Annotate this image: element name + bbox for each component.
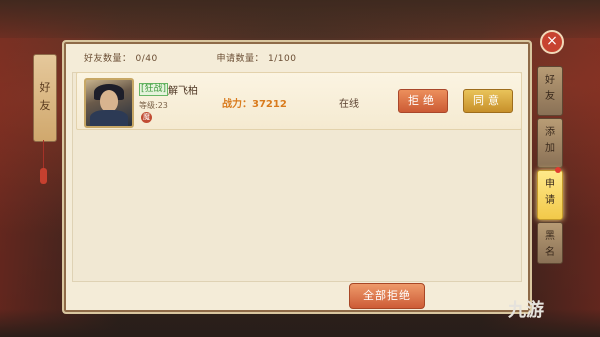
request-row: [狂战] 解飞柏 等级:23 魔 战力：37212 在线 拒绝 同意 <box>76 72 522 130</box>
tab-blacklist[interactable]: 黑 名 <box>537 222 563 264</box>
friend-count-value: 0/40 <box>135 54 158 64</box>
request-count-value: 1/100 <box>268 54 297 64</box>
combat-power-label: 战力： <box>222 99 252 110</box>
tassel-string <box>43 140 44 170</box>
tab-friends-label: 好 友 <box>545 75 555 102</box>
accept-button[interactable]: 同意 <box>463 89 513 113</box>
avatar[interactable] <box>84 78 134 128</box>
tab-add[interactable]: 添 加 <box>537 118 563 168</box>
combat-power-value: 37212 <box>252 99 287 110</box>
faction-seal-icon: 魔 <box>141 112 152 123</box>
reject-button[interactable]: 拒绝 <box>398 89 448 113</box>
friend-count-label: 好友数量： <box>84 54 132 64</box>
player-level: 等级:23 <box>139 101 168 110</box>
close-icon[interactable]: × <box>540 30 564 54</box>
watermark-logo: 九游 <box>508 300 544 321</box>
tab-requests-label: 申 请 <box>545 179 555 206</box>
notification-dot-icon <box>555 167 561 173</box>
online-status: 在线 <box>339 99 359 110</box>
request-count-label: 申请数量： <box>216 54 264 64</box>
friends-title-label: 好 友 <box>39 81 51 112</box>
class-tag: [狂战] <box>139 83 169 96</box>
tab-add-label: 添 加 <box>545 127 555 154</box>
reject-all-button[interactable]: 全部拒绝 <box>349 283 425 309</box>
top-bar-shade <box>0 0 600 38</box>
friends-panel: 好友数量： 0/40 申请数量： 1/100 [狂战] 解飞柏 等级:23 魔 战力… <box>62 40 532 314</box>
tab-requests[interactable]: 申 请 <box>537 170 563 220</box>
tab-friends[interactable]: 好 友 <box>537 66 563 116</box>
combat-power: 战力：37212 <box>222 95 287 110</box>
player-name: 解飞柏 <box>168 86 198 97</box>
tab-blacklist-label: 黑 名 <box>545 231 555 258</box>
stats-bar: 好友数量： 0/40 申请数量： 1/100 <box>84 51 300 64</box>
friends-title-tab: 好 友 <box>33 54 57 142</box>
tassel-icon <box>40 168 47 184</box>
